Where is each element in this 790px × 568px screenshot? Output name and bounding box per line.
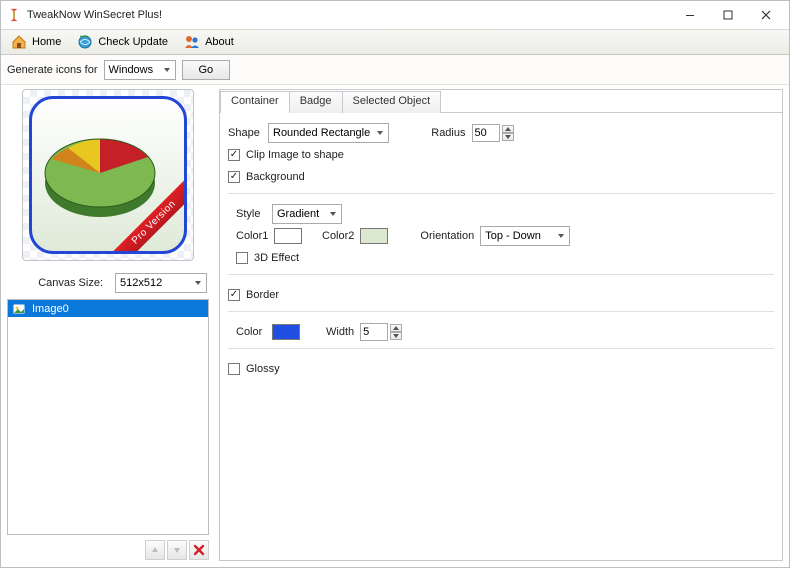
spin-up-button[interactable] [390, 324, 402, 332]
generate-bar: Generate icons for Windows Go [1, 55, 789, 85]
delete-x-icon [193, 544, 205, 556]
style-label: Style [236, 208, 266, 220]
canvas-size-value: 512x512 [120, 277, 162, 289]
orientation-label: Orientation [420, 230, 474, 242]
color1-swatch[interactable] [274, 228, 302, 244]
list-item[interactable]: Image0 [8, 300, 208, 317]
chevron-down-icon [557, 232, 565, 240]
icon-preview: Pro Version [22, 89, 194, 261]
radius-label: Radius [431, 127, 465, 139]
globe-refresh-icon [77, 34, 93, 50]
canvas-size-combo[interactable]: 512x512 [115, 273, 207, 293]
effect3d-label: 3D Effect [254, 252, 299, 264]
spin-down-button[interactable] [390, 332, 402, 340]
orientation-combo[interactable]: Top - Down [480, 226, 570, 246]
home-button[interactable]: Home [5, 32, 67, 52]
shape-value: Rounded Rectangle [273, 127, 370, 139]
chevron-down-icon [329, 210, 337, 218]
icon-tile: Pro Version [29, 96, 187, 254]
shape-label: Shape [228, 127, 262, 139]
check-update-label: Check Update [98, 36, 168, 48]
delete-layer-button[interactable] [189, 540, 209, 560]
about-label: About [205, 36, 234, 48]
border-label: Border [246, 289, 279, 301]
border-color-swatch[interactable] [272, 324, 300, 340]
check-update-button[interactable]: Check Update [71, 32, 174, 52]
color2-swatch[interactable] [360, 228, 388, 244]
border-width-input[interactable] [360, 323, 388, 341]
chevron-down-icon [194, 279, 202, 287]
canvas-size-label: Canvas Size: [9, 277, 109, 289]
spin-down-button[interactable] [502, 133, 514, 141]
clip-checkbox[interactable] [228, 149, 240, 161]
spin-up-button[interactable] [502, 125, 514, 133]
color2-label: Color2 [322, 230, 354, 242]
clip-label: Clip Image to shape [246, 149, 344, 161]
titlebar: TweakNow WinSecret Plus! [1, 1, 789, 29]
tab-badge[interactable]: Badge [289, 91, 343, 113]
glossy-checkbox[interactable] [228, 363, 240, 375]
move-down-button[interactable] [167, 540, 187, 560]
shape-combo[interactable]: Rounded Rectangle [268, 123, 389, 143]
background-label: Background [246, 171, 305, 183]
chevron-down-icon [163, 66, 171, 74]
arrow-down-icon [172, 545, 182, 555]
radius-spin[interactable] [472, 124, 514, 142]
pie-chart-icon [40, 109, 170, 229]
maximize-button[interactable] [709, 3, 747, 27]
border-width-label: Width [326, 326, 354, 338]
tab-container-label: Container [231, 95, 279, 107]
close-button[interactable] [747, 3, 785, 27]
app-icon [7, 8, 21, 22]
home-icon [11, 34, 27, 50]
border-color-label: Color [236, 326, 266, 338]
layer-list[interactable]: Image0 [7, 299, 209, 535]
window-title: TweakNow WinSecret Plus! [27, 9, 671, 21]
chevron-down-icon [376, 129, 384, 137]
tab-selected-object[interactable]: Selected Object [342, 91, 442, 113]
border-width-spin[interactable] [360, 323, 402, 341]
image-icon [12, 302, 26, 316]
background-checkbox[interactable] [228, 171, 240, 183]
minimize-button[interactable] [671, 3, 709, 27]
tab-selected-label: Selected Object [353, 95, 431, 107]
about-button[interactable]: About [178, 32, 240, 52]
tab-strip: Container Badge Selected Object [220, 90, 782, 112]
people-icon [184, 34, 200, 50]
border-checkbox[interactable] [228, 289, 240, 301]
glossy-label: Glossy [246, 363, 280, 375]
layer-name: Image0 [32, 303, 69, 315]
radius-input[interactable] [472, 124, 500, 142]
arrow-up-icon [150, 545, 160, 555]
go-button[interactable]: Go [182, 60, 231, 80]
generate-label: Generate icons for [7, 64, 98, 76]
home-label: Home [32, 36, 61, 48]
effect3d-checkbox[interactable] [236, 252, 248, 264]
color1-label: Color1 [236, 230, 268, 242]
go-label: Go [199, 64, 214, 76]
tab-badge-label: Badge [300, 95, 332, 107]
orientation-value: Top - Down [485, 230, 541, 242]
style-combo[interactable]: Gradient [272, 204, 342, 224]
move-up-button[interactable] [145, 540, 165, 560]
layer-toolbar [7, 539, 209, 561]
tab-container[interactable]: Container [220, 91, 290, 113]
target-os-combo[interactable]: Windows [104, 60, 176, 80]
main-toolbar: Home Check Update About [1, 29, 789, 55]
style-value: Gradient [277, 208, 319, 220]
target-os-value: Windows [109, 64, 154, 76]
